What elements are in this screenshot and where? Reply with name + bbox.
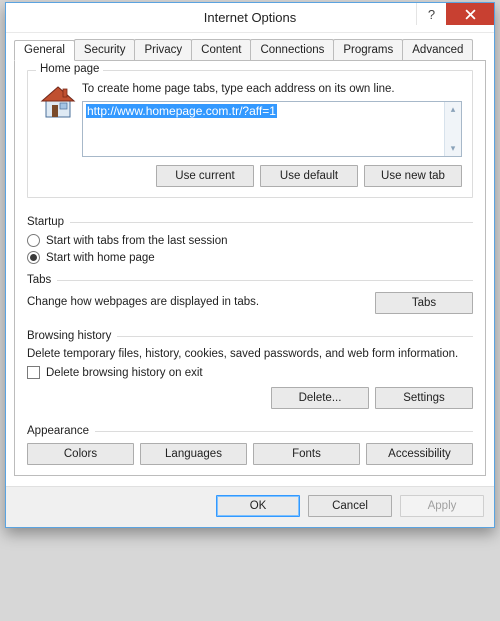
group-browsing-history: Browsing history Delete temporary files,… xyxy=(27,324,473,409)
divider xyxy=(70,222,473,223)
tab-connections[interactable]: Connections xyxy=(250,39,334,60)
close-icon xyxy=(465,9,476,20)
internet-options-dialog: Internet Options General Security Privac… xyxy=(5,2,495,528)
window-controls xyxy=(416,3,494,25)
apply-button[interactable]: Apply xyxy=(400,495,484,517)
history-settings-button[interactable]: Settings xyxy=(375,387,473,409)
dialog-footer: OK Cancel Apply xyxy=(6,486,494,527)
history-description: Delete temporary files, history, cookies… xyxy=(27,348,473,360)
use-current-button[interactable]: Use current xyxy=(156,165,254,187)
home-page-url-input[interactable]: http://www.homepage.com.tr/?aff=1 ▴ ▾ xyxy=(82,101,462,157)
group-legend-appearance: Appearance xyxy=(27,425,89,437)
group-startup: Startup Start with tabs from the last se… xyxy=(27,210,473,264)
home-icon xyxy=(38,83,78,128)
group-legend-startup: Startup xyxy=(27,216,64,228)
group-legend-history: Browsing history xyxy=(27,330,111,342)
radio-icon xyxy=(27,234,40,247)
group-appearance: Appearance Colors Languages Fonts Access… xyxy=(27,419,473,465)
languages-button[interactable]: Languages xyxy=(140,443,247,465)
titlebar: Internet Options xyxy=(6,3,494,33)
help-button[interactable] xyxy=(416,3,446,25)
colors-button[interactable]: Colors xyxy=(27,443,134,465)
fonts-button[interactable]: Fonts xyxy=(253,443,360,465)
radio-start-last-session[interactable]: Start with tabs from the last session xyxy=(27,234,473,247)
use-new-tab-button[interactable]: Use new tab xyxy=(364,165,462,187)
tab-strip: General Security Privacy Content Connect… xyxy=(14,39,486,61)
tab-privacy[interactable]: Privacy xyxy=(134,39,192,60)
radio-label: Start with home page xyxy=(46,252,155,264)
tab-panel-general: Home page To create home page tabs, type… xyxy=(14,60,486,476)
close-button[interactable] xyxy=(446,3,494,25)
tab-content[interactable]: Content xyxy=(191,39,251,60)
tabs-description: Change how webpages are displayed in tab… xyxy=(27,296,375,308)
divider xyxy=(95,431,473,432)
tab-general[interactable]: General xyxy=(14,40,75,61)
radio-icon xyxy=(27,251,40,264)
home-page-hint: To create home page tabs, type each addr… xyxy=(82,83,462,95)
tab-programs[interactable]: Programs xyxy=(333,39,403,60)
ok-button[interactable]: OK xyxy=(216,495,300,517)
client-area: General Security Privacy Content Connect… xyxy=(6,33,494,486)
accessibility-button[interactable]: Accessibility xyxy=(366,443,473,465)
checkbox-icon xyxy=(27,366,40,379)
radio-start-home-page[interactable]: Start with home page xyxy=(27,251,473,264)
group-legend-home-page: Home page xyxy=(36,63,103,75)
home-page-url-value: http://www.homepage.com.tr/?aff=1 xyxy=(86,104,277,118)
group-legend-tabs: Tabs xyxy=(27,274,51,286)
group-tabs: Tabs Change how webpages are displayed i… xyxy=(27,268,473,314)
chevron-down-icon: ▾ xyxy=(445,143,461,154)
radio-label: Start with tabs from the last session xyxy=(46,235,228,247)
divider xyxy=(117,336,473,337)
group-home-page: Home page To create home page tabs, type… xyxy=(27,70,473,198)
tab-advanced[interactable]: Advanced xyxy=(402,39,473,60)
tabs-button[interactable]: Tabs xyxy=(375,292,473,314)
delete-button[interactable]: Delete... xyxy=(271,387,369,409)
cancel-button[interactable]: Cancel xyxy=(308,495,392,517)
divider xyxy=(57,280,473,281)
use-default-button[interactable]: Use default xyxy=(260,165,358,187)
checkbox-label: Delete browsing history on exit xyxy=(46,367,203,379)
tab-security[interactable]: Security xyxy=(74,39,136,60)
scrollbar[interactable]: ▴ ▾ xyxy=(444,102,461,156)
chevron-up-icon: ▴ xyxy=(445,104,461,115)
checkbox-delete-on-exit[interactable]: Delete browsing history on exit xyxy=(27,366,473,379)
